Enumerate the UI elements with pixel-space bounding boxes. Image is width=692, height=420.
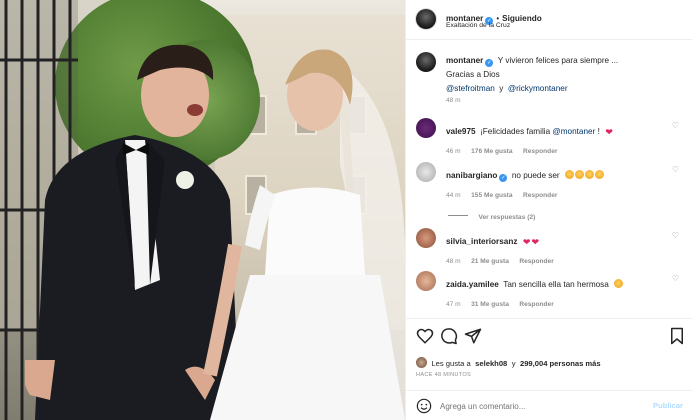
likes-line: Les gusta a selekh08 y 299,004 personas …: [416, 353, 601, 371]
caption-mention[interactable]: @stefroitman: [446, 84, 495, 93]
comment-username[interactable]: nanibargiano: [446, 171, 497, 180]
post-time-ago: HACE 48 MINUTOS: [416, 372, 472, 378]
avatar[interactable]: [416, 228, 436, 248]
avatar[interactable]: [416, 357, 427, 368]
view-replies-button[interactable]: Ver respuestas (2): [448, 206, 535, 224]
comment-likes[interactable]: 176 Me gusta: [471, 148, 512, 155]
avatar[interactable]: [416, 118, 436, 138]
reply-button[interactable]: Responder: [523, 148, 557, 155]
comment-text: Tan sencilla ella tan hermosa: [503, 280, 609, 289]
comment-time: 47 m: [446, 301, 461, 308]
like-comment-heart-icon[interactable]: ♡: [672, 231, 679, 240]
comment-meta: 46 m 176 Me gusta Responder: [446, 140, 557, 158]
caption-mention-joiner: y: [499, 84, 504, 93]
comment-likes[interactable]: 155 Me gusta: [471, 192, 512, 199]
comment-meta: 44 m 155 Me gusta Responder: [446, 184, 557, 202]
pleading-face-emoji-icon: [575, 170, 585, 179]
likes-user[interactable]: selekh08: [475, 359, 507, 368]
caption-line2: Gracias a Dios: [446, 70, 500, 79]
comment-input[interactable]: [440, 398, 640, 414]
post-detail-panel: montaner ✓ • Siguiendo Exaltación de la Cru…: [405, 0, 692, 420]
avatar[interactable]: [416, 162, 436, 182]
likes-prefix: Les gusta a: [431, 359, 471, 368]
red-heart-emoji-icon: ❤: [531, 237, 539, 247]
share-icon[interactable]: [464, 327, 482, 345]
avatar[interactable]: [416, 271, 436, 291]
view-replies-label: Ver respuestas (2): [478, 214, 536, 221]
red-heart-emoji-icon: ❤: [605, 127, 613, 137]
like-comment-heart-icon[interactable]: ♡: [672, 165, 679, 174]
comment-text-suffix: !: [595, 127, 600, 136]
caption-text: Y vivieron felices para siempre ...: [497, 56, 619, 65]
comment-username[interactable]: zaida.yamilee: [446, 280, 499, 289]
comment-likes[interactable]: 21 Me gusta: [471, 258, 509, 265]
pleading-face-emoji-icon: [585, 170, 595, 179]
replies-divider: [448, 215, 468, 216]
comment-username[interactable]: silvia_interiorsanz: [446, 237, 517, 246]
comment-username[interactable]: vale975: [446, 127, 476, 136]
reply-button[interactable]: Responder: [519, 258, 553, 265]
like-comment-heart-icon[interactable]: ♡: [672, 274, 679, 283]
emoji-icon[interactable]: [416, 398, 432, 414]
comment-time: 44 m: [446, 192, 461, 199]
save-bookmark-icon[interactable]: [668, 327, 686, 345]
comment-text: ¡Felicidades familia: [480, 127, 553, 136]
pleading-face-emoji-icon: [595, 170, 605, 179]
photo-bride: [203, 49, 405, 420]
comment-meta: 48 m 21 Me gusta Responder: [446, 250, 554, 268]
publish-button[interactable]: Publicar: [653, 401, 683, 410]
comment-likes[interactable]: 31 Me gusta: [471, 301, 509, 308]
comment-text: no puede ser: [511, 171, 560, 180]
heart-icon[interactable]: [416, 327, 434, 345]
avatar[interactable]: [416, 9, 436, 29]
post-photo[interactable]: [0, 0, 405, 420]
verified-icon: ✓: [499, 174, 508, 182]
caption-mention[interactable]: @rickymontaner: [508, 84, 568, 93]
post-header: montaner ✓ • Siguiendo Exaltación de la Cru…: [406, 0, 692, 40]
likes-joiner: y: [511, 359, 516, 368]
smiling-face-emoji-icon: [565, 170, 575, 179]
reply-button[interactable]: Responder: [523, 192, 557, 199]
add-comment-bar: Publicar: [406, 390, 692, 420]
likes-count-button[interactable]: 299,004 personas más: [520, 359, 601, 368]
avatar[interactable]: [416, 52, 436, 72]
reply-button[interactable]: Responder: [519, 301, 553, 308]
header-location[interactable]: Exaltación de la Cruz: [446, 22, 510, 29]
comment-icon[interactable]: [440, 327, 458, 345]
heart-eyes-emoji-icon: [614, 279, 624, 288]
comment-time: 46 m: [446, 148, 461, 155]
comment-meta: 47 m 31 Me gusta Responder: [446, 293, 554, 311]
caption-username[interactable]: montaner: [446, 56, 483, 65]
comment-time: 48 m: [446, 258, 461, 265]
comment-mention[interactable]: @montaner: [552, 127, 595, 136]
caption-time: 48 m: [446, 97, 461, 104]
verified-icon: ✓: [485, 59, 494, 67]
red-heart-emoji-icon: ❤: [522, 237, 531, 247]
like-comment-heart-icon[interactable]: ♡: [672, 121, 679, 130]
caption-body: montaner ✓ Y vivieron felices para siempr…: [446, 53, 686, 95]
